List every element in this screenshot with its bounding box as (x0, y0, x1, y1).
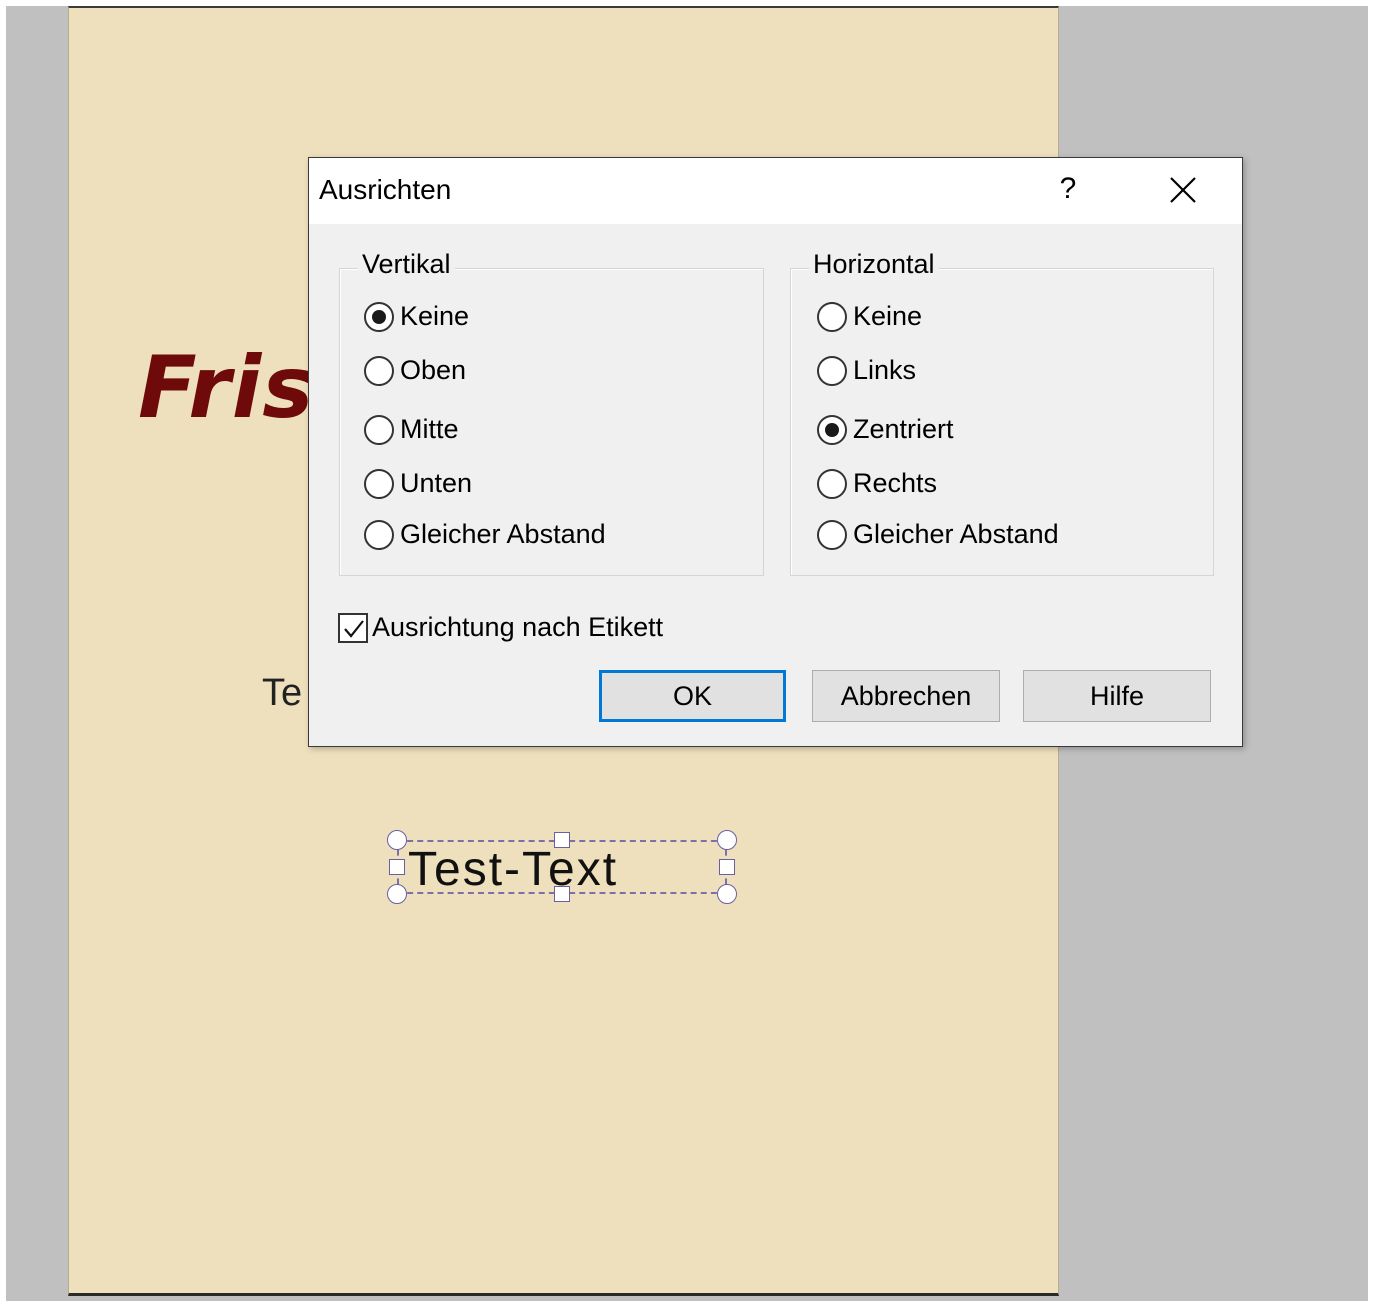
cancel-button[interactable]: Abbrechen (812, 670, 1000, 722)
resize-handle-bottom[interactable] (554, 886, 570, 902)
help-button[interactable]: Hilfe (1023, 670, 1211, 722)
radio-horizontal-keine[interactable]: Keine (817, 301, 922, 332)
radio-button[interactable] (817, 414, 847, 445)
radio-button[interactable] (364, 519, 394, 550)
radio-label: Keine (853, 301, 923, 331)
radio-vertical-keine[interactable]: Keine (364, 301, 469, 332)
subtext[interactable]: Te (262, 672, 302, 715)
resize-handle-bottom-left[interactable] (387, 884, 407, 904)
radio-button[interactable] (817, 519, 847, 550)
radio-vertical-gleicher-abstand[interactable]: Gleicher Abstand (364, 519, 606, 550)
radio-button[interactable] (817, 468, 847, 499)
align-to-label-text: Ausrichtung nach Etikett (372, 612, 664, 642)
resize-handle-left[interactable] (389, 859, 405, 875)
align-to-label-checkbox[interactable] (338, 612, 368, 643)
align-to-label-checkbox-row[interactable]: Ausrichtung nach Etikett (338, 612, 663, 643)
headline-text[interactable]: Fris (138, 338, 314, 438)
radio-horizontal-zentriert[interactable]: Zentriert (817, 414, 954, 445)
radio-button[interactable] (817, 355, 847, 386)
radio-button[interactable] (364, 468, 394, 499)
radio-label: Gleicher Abstand (400, 519, 606, 549)
horizontal-group-label: Horizontal (809, 249, 939, 280)
align-dialog: Ausrichten ? Vertikal Keine Oben Mitte U… (308, 157, 1243, 747)
resize-handle-top[interactable] (554, 832, 570, 848)
radio-horizontal-links[interactable]: Links (817, 355, 916, 386)
vertical-group-label: Vertikal (358, 249, 455, 280)
close-icon[interactable] (1163, 170, 1203, 210)
resize-handle-right[interactable] (719, 859, 735, 875)
radio-vertical-oben[interactable]: Oben (364, 355, 466, 386)
resize-handle-bottom-right[interactable] (717, 884, 737, 904)
ok-button[interactable]: OK (599, 670, 786, 722)
radio-horizontal-gleicher-abstand[interactable]: Gleicher Abstand (817, 519, 1059, 550)
radio-button[interactable] (364, 355, 394, 386)
radio-button[interactable] (817, 301, 847, 332)
radio-label: Rechts (853, 468, 938, 498)
resize-handle-top-left[interactable] (387, 830, 407, 850)
dialog-title: Ausrichten (319, 174, 452, 205)
checkmark-icon (344, 619, 364, 638)
help-icon[interactable]: ? (1057, 172, 1079, 208)
radio-label: Keine (400, 301, 470, 331)
radio-label: Oben (400, 355, 467, 385)
radio-label: Mitte (400, 414, 459, 444)
radio-label: Links (853, 355, 917, 385)
radio-button[interactable] (364, 414, 394, 445)
radio-vertical-unten[interactable]: Unten (364, 468, 472, 499)
radio-label: Zentriert (853, 414, 954, 444)
radio-button[interactable] (364, 301, 394, 332)
radio-label: Gleicher Abstand (853, 519, 1059, 549)
dialog-titlebar[interactable]: Ausrichten ? (309, 158, 1242, 224)
radio-horizontal-rechts[interactable]: Rechts (817, 468, 937, 499)
radio-label: Unten (400, 468, 473, 498)
resize-handle-top-right[interactable] (717, 830, 737, 850)
radio-vertical-mitte[interactable]: Mitte (364, 414, 459, 445)
